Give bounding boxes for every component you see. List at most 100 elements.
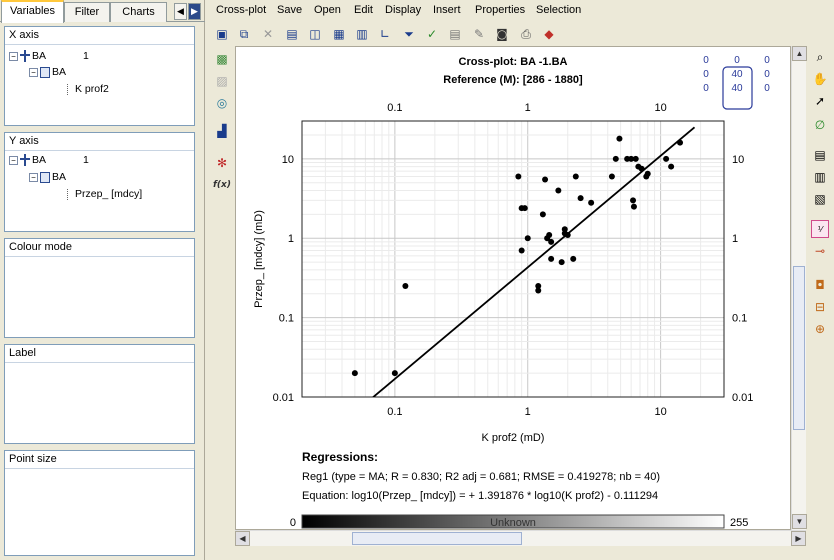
collapse-icon[interactable]: − [9, 51, 18, 61]
chevron-right-icon: ▶ [191, 7, 198, 17]
tab-variables[interactable]: Variables [1, 0, 64, 23]
window-icon[interactable]: ▤ [283, 25, 301, 43]
y-axis-well-number: 1 [83, 154, 89, 166]
line-marker-icon[interactable]: ⊸ [811, 242, 829, 260]
image-icon[interactable]: ▦ [330, 25, 348, 43]
y-axis-log-node[interactable]: − BA [29, 170, 66, 184]
boxplot-horizontal-icon[interactable]: ⊟ [811, 298, 829, 316]
camera-icon[interactable]: ◙ [493, 25, 511, 43]
edit-icon[interactable]: ✎ [470, 25, 488, 43]
y-tick-label-right: 0.1 [732, 313, 747, 325]
data-point [632, 155, 639, 162]
y-tick-label: 10 [282, 154, 294, 166]
crossplot-chart[interactable]: Cross-plot: BA -1.BA Reference (M): [286 … [236, 47, 792, 531]
count-mid-left: 0 [703, 69, 709, 80]
gradient-icon[interactable]: ▨ [213, 72, 231, 90]
y-axis-well-node[interactable]: − BA [9, 153, 46, 167]
scale-icon[interactable]: ⅟ [811, 220, 829, 238]
data-point [572, 173, 579, 180]
scroll-left-button[interactable]: ◀ [235, 531, 250, 546]
crosshair-icon[interactable]: ⊕ [811, 320, 829, 338]
data-point [548, 255, 555, 262]
filter-icon[interactable]: ⏷ [400, 25, 418, 43]
eraser-icon[interactable]: ◆ [540, 25, 558, 43]
collapse-icon[interactable]: − [29, 67, 38, 77]
notes-icon[interactable]: ▧ [811, 190, 829, 208]
function-icon[interactable]: f(x) [213, 176, 231, 194]
x-axis-curve-node[interactable]: K prof2 [67, 82, 109, 96]
regression-stats: Reg1 (type = MA; R = 0.830; R2 adj = 0.6… [302, 471, 660, 483]
crossplot-icon[interactable]: ✻ [213, 154, 231, 172]
y-axis-title: Y axis [5, 133, 194, 151]
regression-icon[interactable]: ∅ [811, 116, 829, 134]
columns-icon[interactable]: ◫ [306, 25, 324, 43]
point-size-section[interactable]: Point size [4, 450, 195, 556]
x-axis-log-node[interactable]: − BA [29, 65, 66, 79]
menu-display[interactable]: Display [385, 4, 421, 16]
x-tick-label: 10 [654, 406, 666, 418]
data-point [558, 259, 565, 266]
boxplot-icon[interactable]: ◘ [811, 276, 829, 294]
menu-insert[interactable]: Insert [433, 4, 461, 16]
count-top-right: 0 [764, 55, 770, 66]
x-axis-well-number: 1 [83, 50, 89, 62]
grid-map-icon[interactable]: ▩ [213, 50, 231, 68]
x-axis-well-node[interactable]: − BA [9, 49, 46, 63]
count-mid-center: 40 [731, 69, 743, 80]
data-point [548, 238, 555, 245]
scroll-up-button[interactable]: ▲ [792, 46, 807, 61]
close-icon[interactable]: ✕ [259, 25, 277, 43]
menu-save[interactable]: Save [277, 4, 302, 16]
properties-icon[interactable]: ▤ [446, 25, 464, 43]
print-icon[interactable]: ⎙ [517, 25, 535, 43]
y-tick-label: 0.01 [273, 392, 294, 404]
data-point [663, 155, 670, 162]
colour-bar-min: 0 [290, 517, 296, 529]
pan-hand-icon[interactable]: ✋ [811, 70, 829, 88]
y-axis-label: Przep_ [mdcy] (mD) [253, 210, 265, 308]
chart-icon[interactable]: ▥ [353, 25, 371, 43]
scroll-down-button[interactable]: ▼ [792, 514, 807, 529]
arrow-up-icon: ▲ [795, 49, 804, 58]
zoom-icon[interactable]: ⌕ [811, 48, 829, 66]
horizontal-scrollbar[interactable]: ◀ ▶ [235, 530, 806, 546]
tab-scroll-right-button[interactable]: ▶ [188, 3, 201, 20]
lasso-icon[interactable]: ➚ [811, 92, 829, 110]
collapse-icon[interactable]: − [9, 155, 18, 165]
y-axis-curve-node[interactable]: Przep_ [mdcy] [67, 187, 142, 201]
contour-icon[interactable]: ◎ [213, 94, 231, 112]
vertical-scrollbar[interactable]: ▲ ▼ [791, 46, 807, 530]
data-point [546, 231, 553, 238]
menu-selection[interactable]: Selection [536, 4, 581, 16]
data-point [644, 170, 651, 177]
x-axis-title: X axis [5, 27, 194, 45]
vertical-scroll-thumb[interactable] [793, 266, 805, 430]
menu-properties[interactable]: Properties [475, 4, 525, 16]
tab-filter[interactable]: Filter [64, 2, 110, 22]
x-tick-label: 1 [525, 406, 531, 418]
data-point [638, 165, 645, 172]
horizontal-scroll-thumb[interactable] [352, 532, 522, 545]
save-icon[interactable]: ▣ [213, 25, 231, 43]
axes-icon[interactable]: ∟ [376, 25, 394, 43]
tab-scroll-left-button[interactable]: ◀ [174, 3, 187, 20]
tab-charts[interactable]: Charts [110, 2, 167, 22]
document-icon[interactable]: ▤ [811, 146, 829, 164]
histogram-icon[interactable]: ▟ [213, 122, 231, 140]
x-axis-section: X axis − BA 1 − BA K prof2 [4, 26, 195, 126]
log-icon [40, 66, 50, 78]
menu-edit[interactable]: Edit [354, 4, 373, 16]
collapse-icon[interactable]: − [29, 172, 38, 182]
plot-canvas[interactable]: Cross-plot: BA -1.BA Reference (M): [286 … [235, 46, 791, 530]
colour-mode-section[interactable]: Colour mode [4, 238, 195, 338]
menu-cross-plot[interactable]: Cross-plot [216, 4, 266, 16]
data-point [677, 139, 684, 146]
filter-check-icon[interactable]: ✓ [423, 25, 441, 43]
data-point [630, 197, 637, 204]
list-icon[interactable]: ▥ [811, 168, 829, 186]
scroll-right-button[interactable]: ▶ [791, 531, 806, 546]
copy-icon[interactable]: ⧉ [235, 25, 253, 43]
label-section[interactable]: Label [4, 344, 195, 444]
menu-open[interactable]: Open [314, 4, 341, 16]
data-point [535, 287, 542, 294]
